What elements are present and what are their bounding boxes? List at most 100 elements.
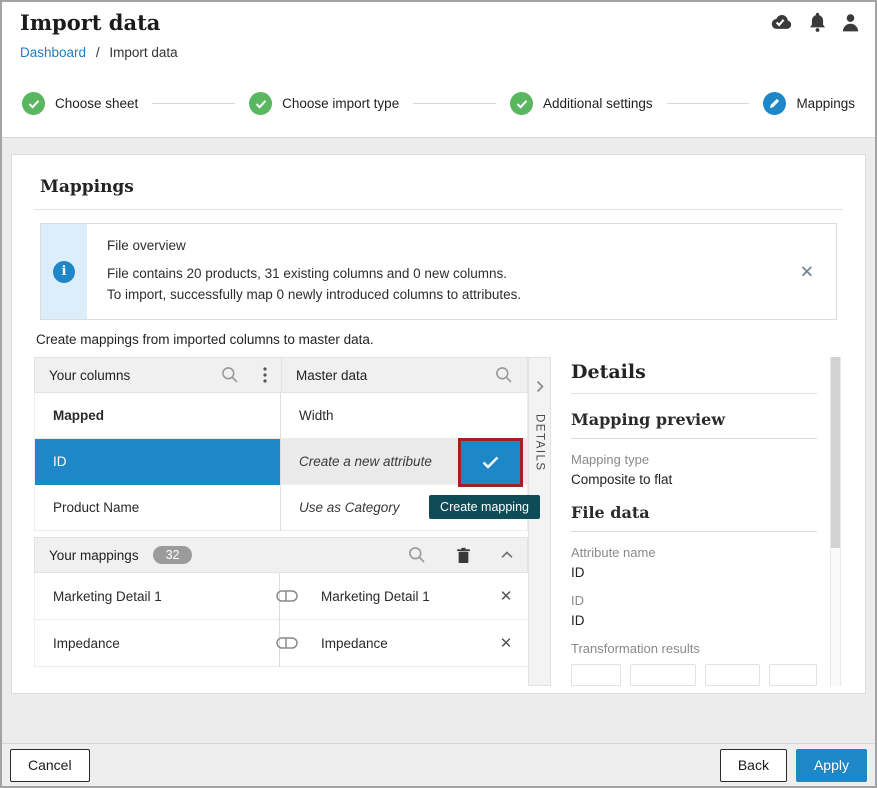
remove-mapping-icon[interactable]: ✕ (484, 587, 528, 605)
your-columns-header: Your columns (34, 357, 281, 393)
panel-headers: Your columns Master data (34, 357, 528, 393)
details-tab-label: DETAILS (534, 414, 546, 472)
mapping-preview-title: Mapping preview (571, 410, 817, 429)
remove-mapping-icon[interactable]: ✕ (484, 634, 528, 652)
create-mapping-tooltip: Create mapping (429, 495, 540, 519)
highlight-annotation-box (458, 438, 523, 487)
check-circle-icon (510, 92, 533, 115)
details-panel: Details Mapping preview Mapping type Com… (561, 357, 843, 686)
search-icon[interactable] (221, 366, 239, 384)
your-columns-title: Your columns (49, 368, 197, 383)
step-label: Mappings (796, 96, 855, 111)
columns-block: Your columns Master data (34, 357, 528, 686)
transformation-chip (630, 664, 696, 686)
transformation-results-label: Transformation results (571, 641, 817, 656)
details-collapse-tab[interactable]: DETAILS (528, 357, 551, 686)
step-mappings[interactable]: Mappings (763, 92, 855, 115)
step-label: Choose sheet (55, 96, 138, 111)
id-value: ID (571, 613, 817, 628)
mapping-row: Impedance Impedance ✕ (35, 620, 528, 667)
your-mappings-rows: Marketing Detail 1 Marketing Detail 1 ✕ … (34, 573, 528, 667)
header: Import data Dashboard / Import data (2, 2, 875, 70)
file-overview-info-box: i File overview File contains 20 product… (40, 223, 837, 320)
breadcrumb-current: Import data (109, 45, 177, 60)
search-icon[interactable] (408, 546, 426, 564)
step-connector (413, 103, 496, 104)
mapping-row: Marketing Detail 1 Marketing Detail 1 ✕ (35, 573, 528, 620)
instruction-text: Create mappings from imported columns to… (36, 332, 841, 347)
scrollbar-thumb[interactable] (831, 357, 840, 548)
chevron-up-icon[interactable] (501, 551, 513, 559)
footer: Cancel Back Apply (2, 743, 875, 786)
transformation-chip (571, 664, 621, 686)
mapping-source: Marketing Detail 1 (35, 589, 267, 604)
link-icon (267, 637, 307, 649)
master-data-list: Width Create a new attribute Create mapp… (281, 393, 527, 531)
breadcrumb-dashboard-link[interactable]: Dashboard (20, 45, 86, 60)
id-label: ID (571, 593, 817, 608)
attribute-name-label: Attribute name (571, 545, 817, 560)
import-data-page: Import data Dashboard / Import data Choo… (2, 2, 875, 786)
step-choose-sheet[interactable]: Choose sheet (22, 92, 138, 115)
chevron-right-icon (536, 380, 544, 398)
info-line-2: To import, successfully map 0 newly intr… (107, 284, 521, 305)
divider (571, 393, 817, 394)
link-icon (267, 590, 307, 602)
mapping-type-value: Composite to flat (571, 472, 817, 487)
details-title: Details (571, 361, 817, 383)
check-circle-icon (22, 92, 45, 115)
your-mappings-title: Your mappings (49, 548, 139, 563)
step-choose-import-type[interactable]: Choose import type (249, 92, 399, 115)
close-icon[interactable]: ✕ (800, 263, 814, 280)
your-columns-list: Mapped ID Product Name (35, 393, 281, 531)
details-scrollbar[interactable] (830, 357, 841, 686)
step-label: Choose import type (282, 96, 399, 111)
search-icon[interactable] (495, 366, 513, 384)
list-item-width[interactable]: Width (281, 393, 527, 439)
master-data-header: Master data (281, 357, 528, 393)
mapping-source: Impedance (35, 636, 267, 651)
attribute-name-value: ID (571, 565, 817, 580)
list-item-label: Create a new attribute (299, 454, 432, 469)
info-body: File overview File contains 20 products,… (87, 224, 541, 319)
back-button[interactable]: Back (720, 749, 787, 782)
step-additional-settings[interactable]: Additional settings (510, 92, 653, 115)
step-connector (152, 103, 235, 104)
stepper: Choose sheet Choose import type Addition… (2, 70, 875, 138)
list-item-id-selected[interactable]: ID (35, 439, 280, 485)
kebab-menu-icon[interactable] (263, 367, 267, 383)
step-connector (667, 103, 750, 104)
list-item-create-new-attribute[interactable]: Create a new attribute Create mapping (281, 439, 527, 485)
your-mappings-header: Your mappings 32 (34, 537, 528, 573)
content-area: Mappings i File overview File contains 2… (2, 138, 875, 743)
apply-button[interactable]: Apply (796, 749, 867, 782)
transformation-chip (769, 664, 817, 686)
divider (571, 531, 817, 532)
panel-lists: Mapped ID Product Name Width Create a ne… (34, 393, 528, 531)
section-title: Mappings (40, 177, 837, 197)
cancel-button[interactable]: Cancel (10, 749, 90, 782)
info-strip: i (41, 224, 87, 319)
mapping-target: Marketing Detail 1 (307, 589, 484, 604)
transformation-chip (705, 664, 760, 686)
list-item-product-name[interactable]: Product Name (35, 485, 280, 531)
breadcrumb-separator: / (96, 45, 100, 60)
list-item-mapped[interactable]: Mapped (35, 393, 280, 439)
mappings-count-badge: 32 (153, 546, 193, 564)
master-data-title: Master data (296, 368, 471, 383)
mapping-target: Impedance (307, 636, 484, 651)
cloud-sync-icon[interactable] (767, 13, 793, 31)
breadcrumb: Dashboard / Import data (20, 45, 857, 60)
info-line-1: File contains 20 products, 31 existing c… (107, 263, 521, 284)
page-title: Import data (20, 10, 857, 35)
check-circle-icon (249, 92, 272, 115)
notifications-bell-icon[interactable] (808, 12, 827, 32)
mappings-card: Mappings i File overview File contains 2… (11, 154, 866, 694)
transformation-results-chips (571, 664, 817, 686)
create-mapping-confirm-button[interactable] (461, 441, 520, 484)
trash-icon[interactable] (456, 547, 471, 564)
topbar-icons (767, 12, 859, 32)
pencil-circle-icon (763, 92, 786, 115)
info-title: File overview (107, 238, 521, 253)
user-profile-icon[interactable] (842, 13, 859, 32)
